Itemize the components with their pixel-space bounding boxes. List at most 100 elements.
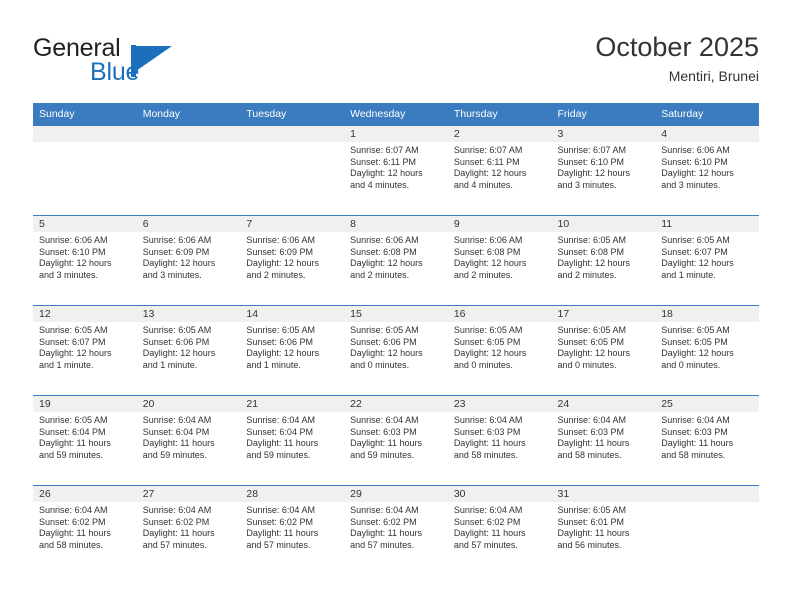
calendar-day-cell[interactable]: 15 Sunrise: 6:05 AM Sunset: 6:06 PM Dayligh… bbox=[344, 305, 448, 395]
calendar-day-cell[interactable]: 6 Sunrise: 6:06 AM Sunset: 6:09 PM Daylight… bbox=[136, 215, 241, 305]
day-detail-line: Sunrise: 6:04 AM bbox=[142, 505, 212, 515]
calendar-day-cell[interactable]: 16 Sunrise: 6:05 AM Sunset: 6:05 PM Dayligh… bbox=[447, 305, 552, 395]
calendar-day-cell[interactable]: 28 Sunrise: 6:04 AM Sunset: 6:02 PM Dayligh… bbox=[240, 485, 345, 575]
calendar-day-cell[interactable]: 12 Sunrise: 6:05 AM Sunset: 6:07 PM Dayligh… bbox=[33, 305, 137, 395]
day-number: 20 bbox=[136, 396, 241, 412]
day-details bbox=[33, 142, 137, 145]
calendar-day-cell[interactable]: 26 Sunrise: 6:04 AM Sunset: 6:02 PM Dayligh… bbox=[33, 485, 137, 575]
day-details: Sunrise: 6:04 AM Sunset: 6:04 PM Daylight:… bbox=[137, 412, 241, 461]
calendar-day-cell[interactable]: 29 Sunrise: 6:04 AM Sunset: 6:02 PM Dayligh… bbox=[344, 485, 448, 575]
day-detail-line: Daylight: 12 hours bbox=[453, 348, 527, 359]
general-blue-logo[interactable]: General Blue bbox=[33, 34, 223, 92]
day-details bbox=[137, 142, 241, 145]
day-number: 8 bbox=[344, 216, 448, 232]
calendar-week-row: 5 Sunrise: 6:06 AM Sunset: 6:10 PM Daylight… bbox=[33, 215, 759, 305]
page-title: October 2025 bbox=[595, 32, 759, 62]
calendar-day-cell[interactable]: 31 Sunrise: 6:05 AM Sunset: 6:01 PM Dayligh… bbox=[551, 485, 656, 575]
day-details: Sunrise: 6:04 AM Sunset: 6:02 PM Daylight:… bbox=[344, 502, 448, 551]
day-detail-line: and 57 minutes. bbox=[142, 539, 207, 550]
day-detail-line: Sunrise: 6:06 AM bbox=[453, 235, 523, 245]
day-detail-line: and 0 minutes. bbox=[350, 359, 410, 370]
day-details: Sunrise: 6:05 AM Sunset: 6:08 PM Daylight:… bbox=[552, 232, 656, 281]
day-detail-line: Daylight: 12 hours bbox=[557, 168, 631, 179]
calendar-day-cell[interactable]: 2 Sunrise: 6:07 AM Sunset: 6:11 PM Daylight… bbox=[447, 125, 552, 215]
day-details: Sunrise: 6:06 AM Sunset: 6:08 PM Daylight:… bbox=[344, 232, 448, 281]
day-details bbox=[240, 142, 344, 145]
calendar-day-cell[interactable]: 14 Sunrise: 6:05 AM Sunset: 6:06 PM Dayligh… bbox=[240, 305, 345, 395]
day-number: 28 bbox=[240, 486, 345, 502]
day-number: 27 bbox=[136, 486, 241, 502]
calendar-day-cell[interactable]: 17 Sunrise: 6:05 AM Sunset: 6:05 PM Dayligh… bbox=[551, 305, 656, 395]
calendar-day-cell[interactable]: 9 Sunrise: 6:06 AM Sunset: 6:08 PM Daylight… bbox=[447, 215, 552, 305]
calendar-day-cell[interactable]: 10 Sunrise: 6:05 AM Sunset: 6:08 PM Dayligh… bbox=[551, 215, 656, 305]
day-number: 14 bbox=[240, 306, 345, 322]
calendar-day-cell[interactable]: 21 Sunrise: 6:04 AM Sunset: 6:04 PM Dayligh… bbox=[240, 395, 345, 485]
day-number: 19 bbox=[33, 396, 137, 412]
calendar-day-cell[interactable]: 19 Sunrise: 6:05 AM Sunset: 6:04 PM Dayligh… bbox=[33, 395, 137, 485]
day-details: Sunrise: 6:05 AM Sunset: 6:07 PM Daylight:… bbox=[33, 322, 137, 371]
day-details: Sunrise: 6:04 AM Sunset: 6:02 PM Daylight:… bbox=[137, 502, 241, 551]
location-subtitle: Mentiri, Brunei bbox=[668, 68, 759, 84]
day-detail-line: Daylight: 12 hours bbox=[246, 258, 319, 269]
title-block: October 2025 Mentiri, Brunei bbox=[595, 30, 759, 86]
calendar-day-cell[interactable]: 23 Sunrise: 6:04 AM Sunset: 6:03 PM Dayligh… bbox=[447, 395, 552, 485]
day-detail-line: Daylight: 11 hours bbox=[453, 528, 526, 539]
calendar-day-cell[interactable]: 13 Sunrise: 6:05 AM Sunset: 6:06 PM Dayligh… bbox=[136, 305, 241, 395]
day-detail-line: Sunrise: 6:05 AM bbox=[557, 505, 627, 515]
day-detail-line: Sunset: 6:02 PM bbox=[246, 516, 313, 527]
day-detail-line: Sunrise: 6:05 AM bbox=[39, 325, 108, 335]
day-detail-line: and 3 minutes. bbox=[142, 269, 202, 280]
day-detail-line: Sunrise: 6:06 AM bbox=[142, 235, 212, 245]
day-number bbox=[33, 126, 137, 142]
calendar-week-row: 1 Sunrise: 6:07 AM Sunset: 6:11 PM Daylight… bbox=[33, 125, 759, 215]
day-detail-line: Sunrise: 6:05 AM bbox=[350, 325, 419, 335]
day-detail-line: Sunrise: 6:05 AM bbox=[557, 235, 627, 245]
day-detail-line: Sunset: 6:08 PM bbox=[557, 246, 625, 257]
day-detail-line: Sunset: 6:05 PM bbox=[557, 336, 625, 347]
day-detail-line: Sunset: 6:05 PM bbox=[661, 336, 728, 347]
calendar-day-cell[interactable]: 1 Sunrise: 6:07 AM Sunset: 6:11 PM Daylight… bbox=[344, 125, 448, 215]
day-number: 6 bbox=[136, 216, 241, 232]
day-detail-line: Sunrise: 6:05 AM bbox=[246, 325, 315, 335]
calendar-day-cell[interactable]: 3 Sunrise: 6:07 AM Sunset: 6:10 PM Daylight… bbox=[551, 125, 656, 215]
day-detail-line: Daylight: 11 hours bbox=[39, 438, 111, 449]
day-detail-line: Sunset: 6:03 PM bbox=[661, 426, 728, 437]
weekday-header-saturday: Saturday bbox=[655, 103, 759, 125]
day-detail-line: Sunset: 6:04 PM bbox=[39, 426, 106, 437]
day-details: Sunrise: 6:05 AM Sunset: 6:04 PM Daylight:… bbox=[33, 412, 137, 461]
day-detail-line: Sunset: 6:09 PM bbox=[246, 246, 313, 257]
calendar-day-cell[interactable]: 22 Sunrise: 6:04 AM Sunset: 6:03 PM Dayligh… bbox=[344, 395, 448, 485]
calendar-day-cell[interactable]: 5 Sunrise: 6:06 AM Sunset: 6:10 PM Daylight… bbox=[33, 215, 137, 305]
day-detail-line: Daylight: 11 hours bbox=[661, 438, 734, 449]
calendar-day-cell[interactable]: 8 Sunrise: 6:06 AM Sunset: 6:08 PM Daylight… bbox=[344, 215, 448, 305]
day-number: 13 bbox=[136, 306, 241, 322]
day-detail-line: and 3 minutes. bbox=[557, 179, 617, 190]
calendar-day-cell[interactable]: 24 Sunrise: 6:04 AM Sunset: 6:03 PM Dayligh… bbox=[551, 395, 656, 485]
day-detail-line: and 2 minutes. bbox=[453, 269, 513, 280]
day-details: Sunrise: 6:06 AM Sunset: 6:09 PM Daylight:… bbox=[137, 232, 241, 281]
calendar-day-cell[interactable]: 7 Sunrise: 6:06 AM Sunset: 6:09 PM Daylight… bbox=[240, 215, 345, 305]
day-detail-line: Daylight: 12 hours bbox=[661, 168, 734, 179]
day-detail-line: Daylight: 11 hours bbox=[350, 528, 422, 539]
weekday-header-wednesday: Wednesday bbox=[344, 103, 448, 125]
weekday-header-tuesday: Tuesday bbox=[240, 103, 345, 125]
calendar-day-cell-empty bbox=[240, 125, 345, 215]
day-detail-line: Sunset: 6:03 PM bbox=[350, 426, 417, 437]
calendar-day-cell[interactable]: 27 Sunrise: 6:04 AM Sunset: 6:02 PM Dayligh… bbox=[136, 485, 241, 575]
day-detail-line: Daylight: 12 hours bbox=[557, 348, 631, 359]
day-detail-line: Sunrise: 6:06 AM bbox=[39, 235, 108, 245]
calendar-day-cell[interactable]: 18 Sunrise: 6:05 AM Sunset: 6:05 PM Dayligh… bbox=[655, 305, 759, 395]
calendar-day-cell[interactable]: 11 Sunrise: 6:05 AM Sunset: 6:07 PM Dayligh… bbox=[655, 215, 759, 305]
day-number: 31 bbox=[551, 486, 656, 502]
day-detail-line: Sunrise: 6:04 AM bbox=[557, 415, 627, 425]
day-detail-line: Sunset: 6:11 PM bbox=[350, 156, 416, 167]
calendar-day-cell[interactable]: 30 Sunrise: 6:04 AM Sunset: 6:02 PM Dayligh… bbox=[447, 485, 552, 575]
calendar-day-cell[interactable]: 4 Sunrise: 6:06 AM Sunset: 6:10 PM Daylight… bbox=[655, 125, 759, 215]
day-details: Sunrise: 6:04 AM Sunset: 6:03 PM Daylight:… bbox=[552, 412, 656, 461]
day-number: 9 bbox=[447, 216, 552, 232]
calendar-day-cell[interactable]: 25 Sunrise: 6:04 AM Sunset: 6:03 PM Dayligh… bbox=[655, 395, 759, 485]
calendar-day-cell[interactable]: 20 Sunrise: 6:04 AM Sunset: 6:04 PM Dayligh… bbox=[136, 395, 241, 485]
day-detail-line: Sunset: 6:08 PM bbox=[350, 246, 417, 257]
day-detail-line: Sunrise: 6:07 AM bbox=[350, 145, 419, 155]
day-detail-line: Sunrise: 6:06 AM bbox=[350, 235, 419, 245]
